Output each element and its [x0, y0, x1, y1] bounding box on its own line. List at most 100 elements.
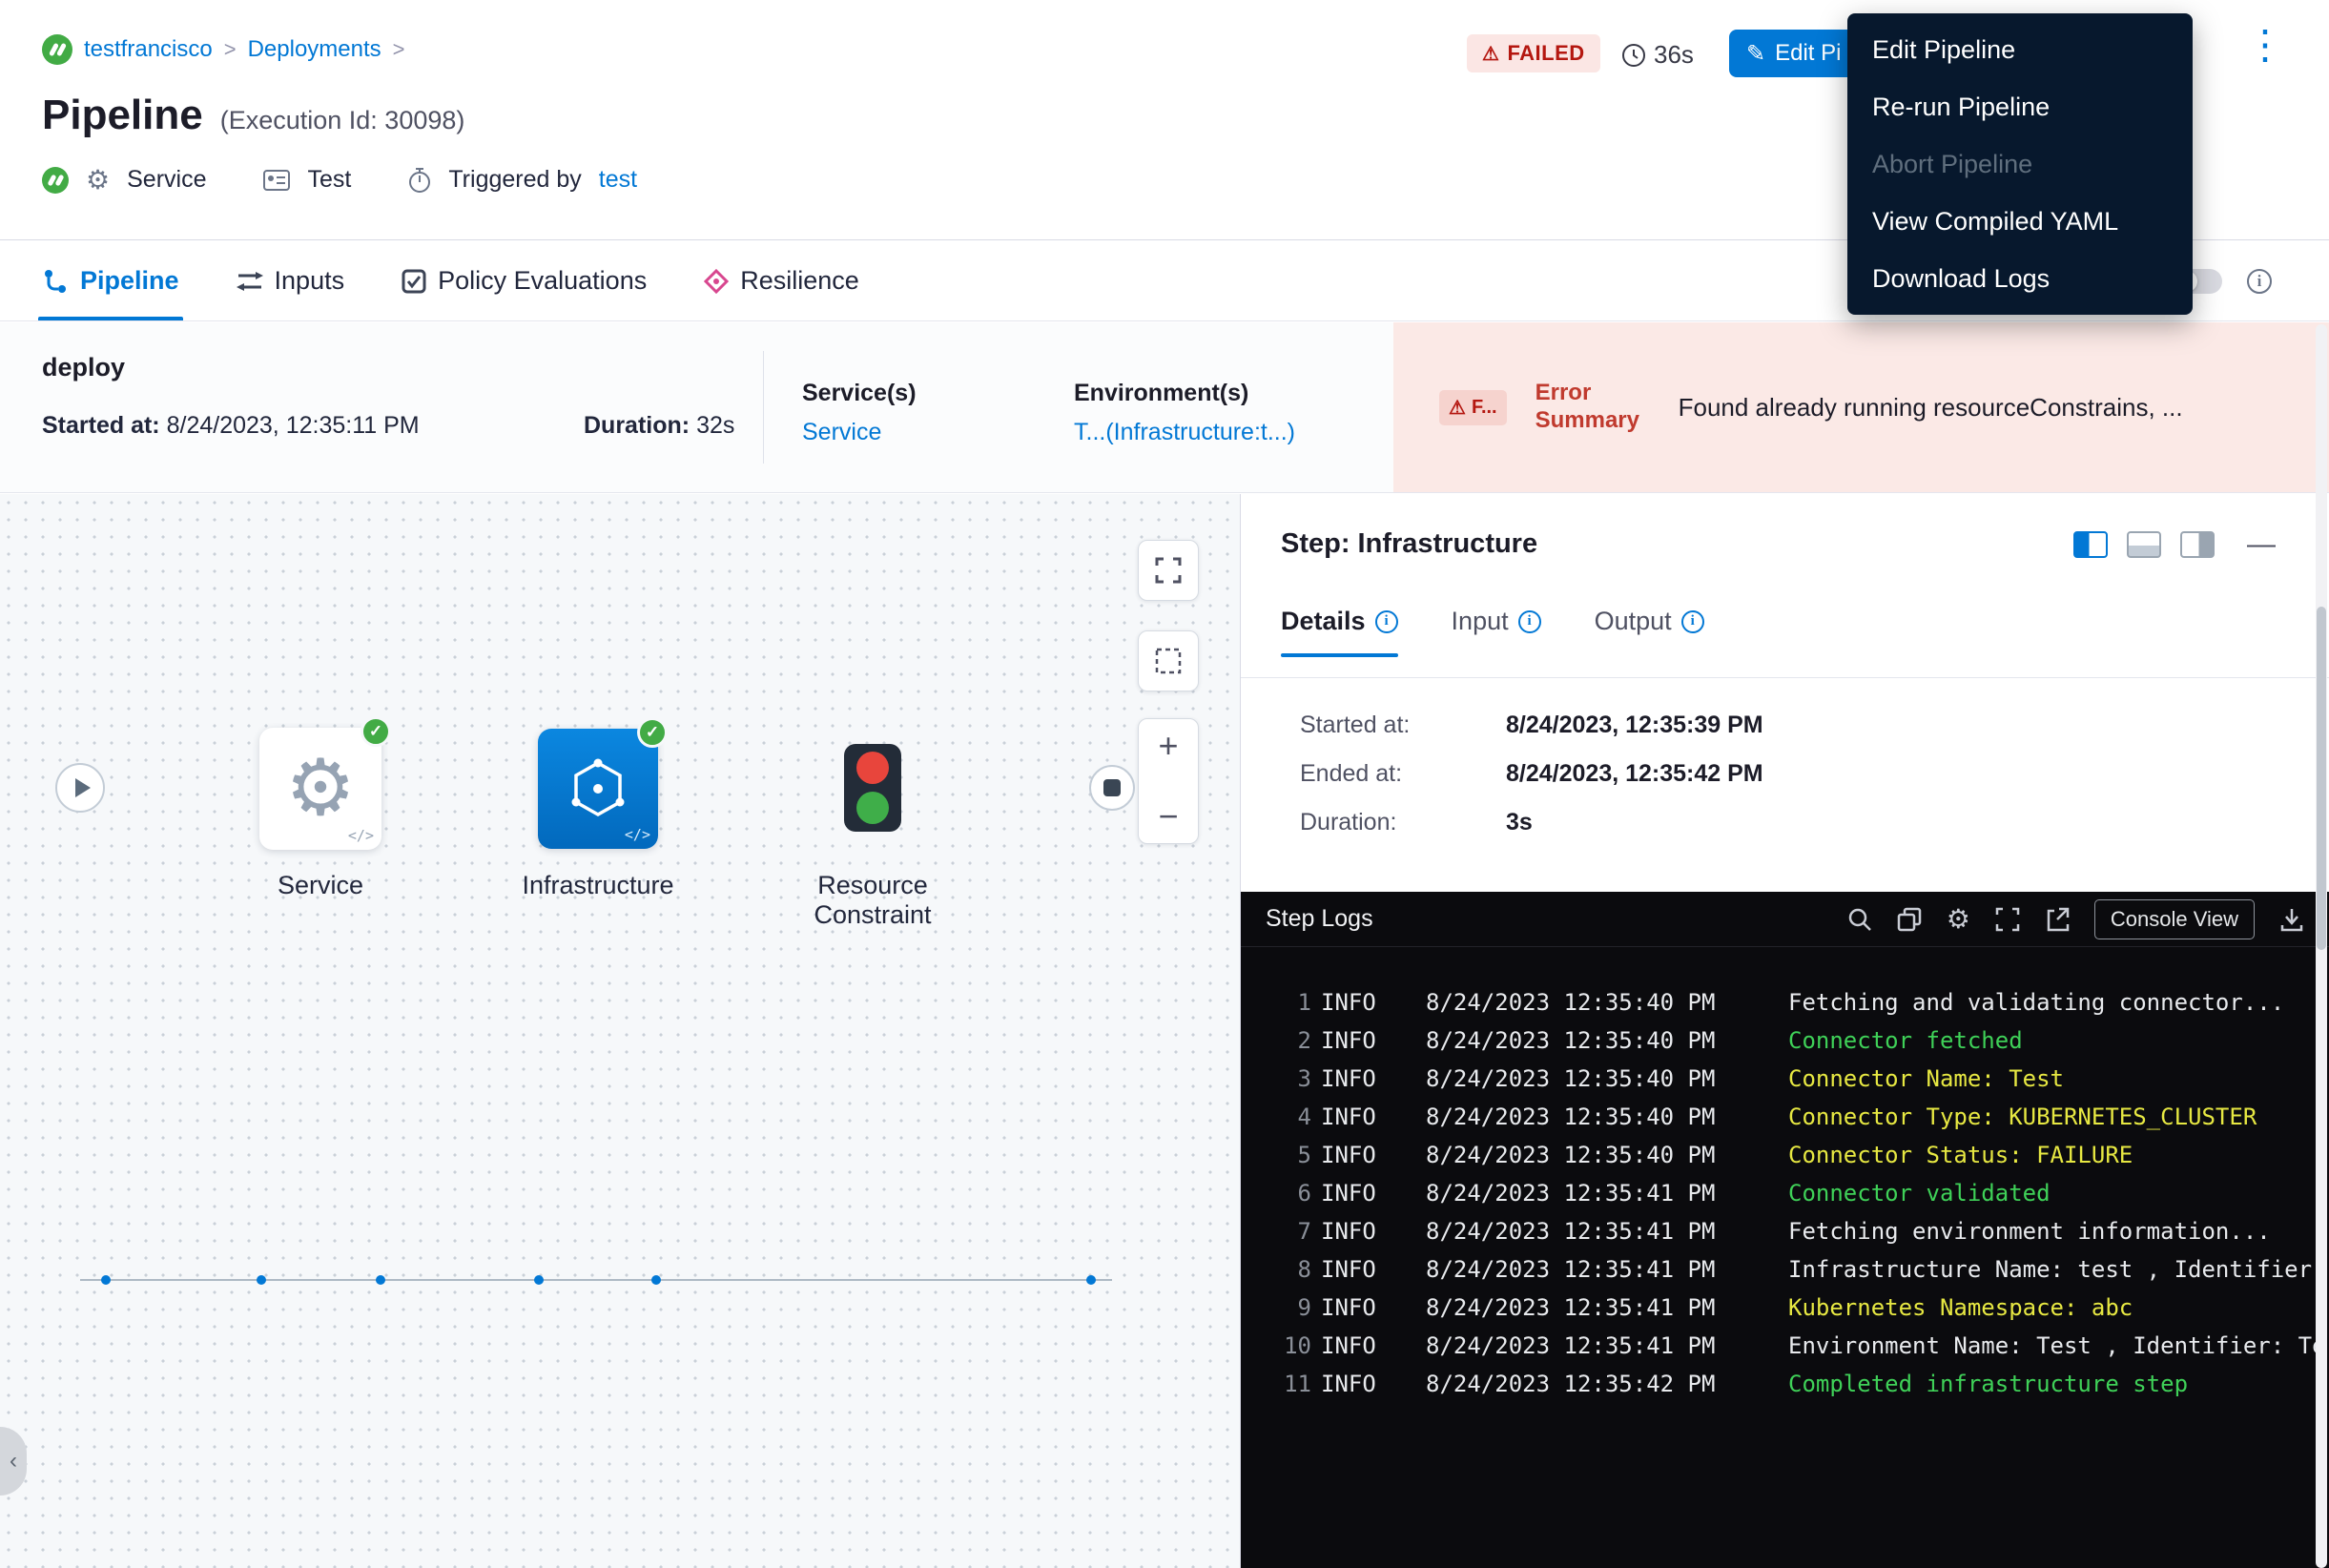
infrastructure-step-node[interactable]: </> ✓ [538, 729, 658, 849]
menu-item-download-logs[interactable]: Download Logs [1847, 250, 2193, 307]
scrollbar-thumb[interactable] [2317, 607, 2326, 950]
log-message: Connector fetched [1788, 1027, 2329, 1054]
service-step-node[interactable]: ⚙ </> ✓ [259, 728, 381, 850]
tab-output[interactable]: Outputi [1595, 607, 1704, 657]
copy-icon[interactable] [1897, 907, 1922, 932]
log-timestamp: 8/24/2023 12:35:41 PM [1426, 1332, 1788, 1359]
test-label[interactable]: Test [307, 166, 351, 194]
log-timestamp: 8/24/2023 12:35:40 PM [1426, 1142, 1788, 1168]
info-icon[interactable]: i [1518, 610, 1541, 633]
log-lines[interactable]: 1 INFO 8/24/2023 12:35:40 PM Fetching an… [1241, 947, 2329, 1403]
tab-details[interactable]: Detailsi [1281, 607, 1398, 657]
service-name[interactable]: Service [127, 166, 206, 194]
code-icon: </> [625, 826, 650, 843]
log-level: INFO [1321, 1104, 1426, 1130]
detail-row: Duration: 3s [1300, 809, 1763, 836]
environments-column: Environment(s) T...(Infrastructure:t...) [1074, 380, 1295, 446]
inputs-icon [237, 270, 263, 293]
menu-item-view-compiled-yaml[interactable]: View Compiled YAML [1847, 193, 2193, 250]
info-icon[interactable]: i [2247, 269, 2272, 294]
step-logs-title: Step Logs [1266, 905, 1373, 933]
log-level: INFO [1321, 1294, 1426, 1321]
log-line-number: 2 [1268, 1027, 1321, 1054]
error-summary-label: Error Summary [1535, 380, 1650, 435]
log-level: INFO [1321, 1142, 1426, 1168]
environment-link[interactable]: T...(Infrastructure:t...) [1074, 419, 1295, 446]
service-link[interactable]: Service [802, 419, 917, 446]
resource-constraint-node[interactable] [844, 744, 901, 832]
stage-name[interactable]: deploy [42, 353, 125, 382]
start-node[interactable] [55, 763, 105, 813]
zoom-in-button[interactable]: + [1158, 729, 1178, 763]
services-column: Service(s) Service [802, 380, 917, 446]
log-line-number: 11 [1268, 1371, 1321, 1397]
log-line-number: 10 [1268, 1332, 1321, 1359]
download-logs-icon[interactable] [2279, 907, 2304, 932]
search-icon[interactable] [1847, 907, 1872, 932]
id-card-icon [263, 170, 290, 191]
log-level: INFO [1321, 1332, 1426, 1359]
log-level: INFO [1321, 1027, 1426, 1054]
open-in-new-icon[interactable] [2045, 907, 2070, 932]
connector-dot [651, 1275, 661, 1285]
collapse-panel-handle[interactable]: ‹ [0, 1427, 27, 1496]
info-icon[interactable]: i [1681, 610, 1704, 633]
pipeline-options-menu: Edit Pipeline Re-run Pipeline Abort Pipe… [1847, 13, 2193, 315]
stage-started-at: Started at: 8/24/2023, 12:35:11 PM [42, 412, 420, 440]
log-timestamp: 8/24/2023 12:35:41 PM [1426, 1294, 1788, 1321]
tab-inputs[interactable]: Inputs [237, 241, 345, 320]
vertical-scrollbar[interactable] [2316, 324, 2327, 1568]
page-title: Pipeline [42, 92, 203, 139]
console-view-button[interactable]: Console View [2094, 899, 2255, 939]
info-icon[interactable]: i [1375, 610, 1398, 633]
status-badge: ⚠ FAILED [1467, 34, 1600, 72]
log-message: Connector Name: Test [1788, 1065, 2329, 1092]
detail-row: Ended at: 8/24/2023, 12:35:42 PM [1300, 760, 1763, 788]
step-logs-console: Step Logs ⚙ Console View [1241, 892, 2329, 1568]
triggered-by-user-link[interactable]: test [599, 166, 637, 194]
green-light-icon [856, 792, 889, 824]
log-line: 3 INFO 8/24/2023 12:35:40 PM Connector N… [1241, 1060, 2329, 1098]
end-node[interactable] [1089, 765, 1135, 811]
resilience-icon [704, 269, 729, 294]
log-line: 11 INFO 8/24/2023 12:35:42 PM Completed … [1241, 1365, 2329, 1403]
breadcrumb-project-link[interactable]: testfrancisco [84, 36, 213, 63]
expand-logs-icon[interactable] [1995, 907, 2020, 932]
log-line-number: 7 [1268, 1218, 1321, 1245]
tab-policy-evaluations[interactable]: Policy Evaluations [402, 241, 647, 320]
log-timestamp: 8/24/2023 12:35:40 PM [1426, 1065, 1788, 1092]
log-settings-icon[interactable]: ⚙ [1947, 903, 1970, 935]
cd-module-icon [42, 34, 72, 65]
fullscreen-canvas-button[interactable] [1138, 540, 1199, 601]
tab-input[interactable]: Inputi [1452, 607, 1541, 657]
menu-item-edit-pipeline[interactable]: Edit Pipeline [1847, 21, 2193, 78]
zoom-out-button[interactable]: − [1158, 799, 1178, 834]
log-line: 6 INFO 8/24/2023 12:35:41 PM Connector v… [1241, 1174, 2329, 1212]
log-line: 8 INFO 8/24/2023 12:35:41 PM Infrastruct… [1241, 1250, 2329, 1289]
pipeline-graph-canvas[interactable]: ⚙ </> ✓ Service </> ✓ Infrastructure Res… [0, 494, 1240, 1568]
layout-bottom-icon[interactable] [2127, 531, 2161, 558]
warning-icon: ⚠ [1482, 42, 1499, 66]
policy-check-icon [402, 269, 426, 294]
breadcrumb-separator: > [393, 37, 405, 62]
more-options-button[interactable]: ⋮ [2236, 21, 2295, 69]
step-detail-panel: Step: Infrastructure — Detailsi Inputi O… [1240, 494, 2329, 1568]
log-line-number: 4 [1268, 1104, 1321, 1130]
tab-pipeline[interactable]: Pipeline [42, 241, 179, 320]
log-message: Fetching and validating connector... [1788, 989, 2329, 1016]
tab-resilience[interactable]: Resilience [704, 241, 859, 320]
code-icon: </> [348, 827, 374, 844]
breadcrumb-deployments-link[interactable]: Deployments [248, 36, 381, 63]
play-icon [75, 778, 91, 797]
marquee-select-button[interactable] [1138, 630, 1199, 691]
log-message: Fetching environment information... [1788, 1218, 2329, 1245]
log-line-number: 9 [1268, 1294, 1321, 1321]
menu-item-abort-pipeline: Abort Pipeline [1847, 135, 2193, 193]
minimize-panel-button[interactable]: — [2247, 528, 2276, 561]
log-timestamp: 8/24/2023 12:35:41 PM [1426, 1256, 1788, 1283]
menu-item-rerun-pipeline[interactable]: Re-run Pipeline [1847, 78, 2193, 135]
pipeline-icon [42, 268, 69, 295]
detail-row: Started at: 8/24/2023, 12:35:39 PM [1300, 712, 1763, 739]
layout-right-icon[interactable] [2180, 531, 2215, 558]
layout-split-icon[interactable] [2073, 531, 2108, 558]
